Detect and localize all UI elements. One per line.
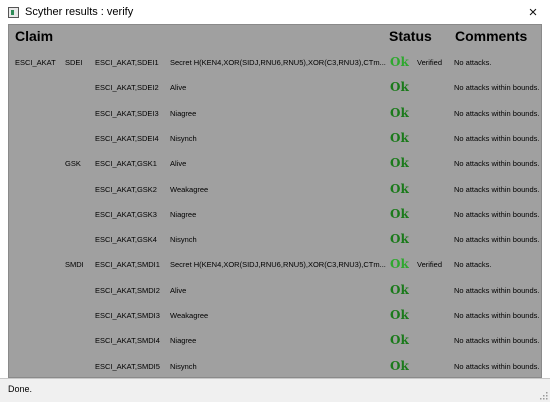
claim-id-cell: ESCI_AKAT,SMDI4 — [95, 336, 160, 346]
role-cell: GSK — [65, 159, 81, 169]
comment-cell: No attacks. — [454, 58, 492, 67]
table-row: ESCI_AKAT,SMDI3 Weakagree Ok No attacks wit… — [9, 303, 541, 328]
claim-text-cell: Weakagree — [170, 311, 209, 320]
table-row: SMDI ESCI_AKAT,SMDI1 Secret H(KEN4,XOR(SID… — [9, 252, 541, 277]
table-row: ESCI_AKAT,SMDI2 Alive Ok No attacks within … — [9, 278, 541, 303]
status-ok: Ok — [390, 308, 409, 322]
claim-id-cell: ESCI_AKAT,SDEI2 — [95, 83, 159, 93]
table-row: ESCI_AKAT,GSK3 Niagree Ok No attacks within… — [9, 202, 541, 227]
verified-cell: Verified — [417, 260, 443, 270]
comment-cell: No attacks within bounds. — [454, 159, 540, 169]
resize-grip-icon[interactable] — [538, 390, 548, 400]
status-text: Done. — [8, 384, 33, 394]
status-ok: Ok — [390, 257, 409, 272]
status-ok: Ok — [390, 156, 409, 171]
table-row: GSK ESCI_AKAT,GSK1 Alive Ok No attacks withi… — [9, 151, 541, 176]
claim-id-cell: ESCI_AKAT,SMDI5 — [95, 361, 160, 371]
status-ok: Ok — [390, 55, 409, 69]
comments-header: Comments — [455, 28, 528, 44]
comment-cell: No attacks within bounds. — [454, 108, 540, 118]
claim-text-cell: Secret H(KEN4,XOR(SIDJ,RNU6,RNU5),XOR(C3… — [170, 260, 386, 270]
comment-cell: No attacks within bounds. — [454, 311, 540, 320]
role-cell: SMDI — [65, 260, 84, 270]
comment-cell: No attacks within bounds. — [454, 83, 540, 93]
table-row: ESCI_AKAT,SMDI4 Niagree Ok No attacks withi… — [9, 328, 541, 353]
status-ok: Ok — [390, 80, 409, 95]
claim-text-cell: Nisynch — [170, 361, 197, 371]
claim-text-cell: Alive — [170, 285, 187, 295]
table-row: ESCI_AKAT,SDEI4 Nisynch Ok No attacks withi… — [9, 126, 541, 151]
claim-text-cell: Nisynch — [170, 133, 197, 143]
claim-text-cell: Alive — [170, 83, 187, 93]
claim-text-cell: Niagree — [170, 108, 197, 118]
claim-text-cell: Niagree — [170, 209, 197, 219]
window-title: Scyther results : verify — [25, 6, 134, 18]
status-header: Status — [389, 28, 432, 44]
comment-cell: No attacks. — [454, 260, 492, 270]
table-row: ESCI_AKAT,GSK4 Nisynch Ok No attacks within… — [9, 227, 541, 252]
column-headers: Claim Status Comments — [9, 25, 541, 51]
close-icon: × — [528, 3, 538, 21]
table-row: ESCI_AKAT,SDEI3 Niagree Ok No attacks withi… — [9, 101, 541, 126]
status-ok: Ok — [390, 358, 409, 373]
claim-id-cell: ESCI_AKAT,GSK2 — [95, 184, 157, 194]
claim-id-cell: ESCI_AKAT,SDEI1 — [95, 58, 159, 67]
comment-cell: No attacks within bounds. — [454, 361, 540, 371]
status-bar: Done. — [0, 378, 550, 402]
app-icon — [8, 6, 19, 18]
claim-id-cell: ESCI_AKAT,GSK4 — [95, 235, 157, 245]
comment-cell: No attacks within bounds. — [454, 235, 540, 245]
claim-text-cell: Nisynch — [170, 235, 197, 245]
claim-id-cell: ESCI_AKAT,GSK1 — [95, 159, 157, 169]
results-panel: Claim Status Comments ESCI_AKAT SDEI ESCI_… — [8, 24, 542, 378]
claim-id-cell: ESCI_AKAT,GSK3 — [95, 209, 157, 219]
claim-id-cell: ESCI_AKAT,SDEI4 — [95, 133, 159, 143]
comment-cell: No attacks within bounds. — [454, 285, 540, 295]
claim-id-cell: ESCI_AKAT,SMDI1 — [95, 260, 160, 270]
status-ok: Ok — [390, 232, 409, 247]
status-ok: Ok — [390, 130, 409, 145]
claim-text-cell: Niagree — [170, 336, 197, 346]
claim-text-cell: Alive — [170, 159, 187, 169]
claim-text-cell: Secret H(KEN4,XOR(SIDJ,RNU6,RNU5),XOR(C3… — [170, 58, 386, 67]
title-bar[interactable]: Scyther results : verify × — [0, 0, 550, 24]
comment-cell: No attacks within bounds. — [454, 209, 540, 219]
claim-id-cell: ESCI_AKAT,SDEI3 — [95, 108, 159, 118]
claim-header: Claim — [15, 28, 54, 44]
status-ok: Ok — [390, 105, 409, 120]
role-cell: SDEI — [65, 58, 83, 67]
comment-cell: No attacks within bounds. — [454, 184, 540, 194]
comment-cell: No attacks within bounds. — [454, 133, 540, 143]
status-ok: Ok — [390, 333, 409, 348]
protocol-cell: ESCI_AKAT — [15, 58, 56, 67]
table-row: ESCI_AKAT SDEI ESCI_AKAT,SDEI1 Secret H(KEN… — [9, 50, 541, 75]
claim-id-cell: ESCI_AKAT,SMDI3 — [95, 311, 160, 320]
claim-text-cell: Weakagree — [170, 184, 209, 194]
verified-cell: Verified — [417, 58, 443, 67]
status-ok: Ok — [390, 181, 409, 196]
status-ok: Ok — [390, 282, 409, 297]
table-row: ESCI_AKAT,GSK2 Weakagree Ok No attacks with… — [9, 177, 541, 202]
claim-id-cell: ESCI_AKAT,SMDI2 — [95, 285, 160, 295]
close-button[interactable]: × — [516, 0, 550, 24]
comment-cell: No attacks within bounds. — [454, 336, 540, 346]
table-row: ESCI_AKAT,SDEI2 Alive Ok No attacks within … — [9, 75, 541, 100]
table-row: ESCI_AKAT,SMDI5 Nisynch Ok No attacks withi… — [9, 354, 541, 377]
status-ok: Ok — [390, 206, 409, 221]
